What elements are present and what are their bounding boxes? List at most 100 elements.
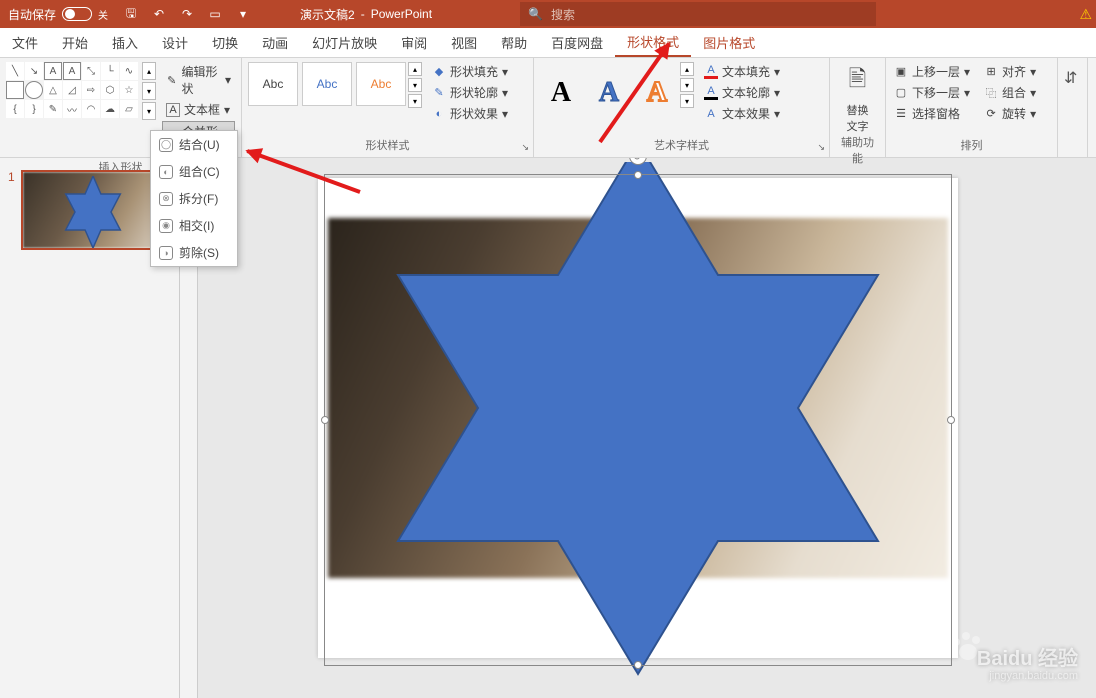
tab-review[interactable]: 审阅 [389,28,439,57]
chevron-down-icon: ▾ [502,86,508,100]
bring-forward-icon: ▣ [894,65,908,79]
resize-handle-e[interactable] [947,416,955,424]
resize-handle-n[interactable] [634,171,642,179]
shape-elbow-icon[interactable]: └ [101,62,119,80]
wordart-more-icon[interactable]: ▾ [680,94,694,108]
shape-textbox-v-icon[interactable]: A [63,62,81,80]
shape-brace-icon[interactable]: { [6,100,24,118]
bring-forward-button[interactable]: ▣上移一层▾ [892,62,972,81]
shape-brace2-icon[interactable]: } [25,100,43,118]
shape-oval-icon[interactable] [25,81,43,99]
shape-effects-button[interactable]: ◐ 形状效果 ▾ [430,104,510,123]
shapes-gallery[interactable]: ╲ ↘ A A ⤡ └ ∿ △ ◿ ⇨ ⬡ ☆ { } ✎ 〰 ◠ ☁ ▱ [6,62,138,159]
wordart-gallery[interactable]: A A A [540,62,678,123]
gallery-down-icon[interactable]: ▾ [142,82,156,100]
merge-fragment-item[interactable]: ⊗ 拆分(F) [151,185,237,212]
shape-flowchart-icon[interactable]: ▱ [120,100,138,118]
slide-canvas-area[interactable]: ⟳ [180,158,1096,698]
shape-arrow-icon[interactable]: ⇨ [82,81,100,99]
text-outline-button[interactable]: A 文本轮廓 ▾ [702,83,782,102]
edit-shape-button[interactable]: ✎ 编辑形状 ▾ [162,62,235,98]
shape-line-arrow-icon[interactable]: ↘ [25,62,43,80]
start-from-beginning-icon[interactable]: ▭ [206,5,224,23]
resize-handle-w[interactable] [321,416,329,424]
selection-box[interactable]: ⟳ [324,174,952,666]
redo-icon[interactable]: ↷ [178,5,196,23]
app-name: PowerPoint [371,7,432,21]
chevron-down-icon: ▾ [1030,65,1036,79]
tab-insert[interactable]: 插入 [100,28,150,57]
tab-file[interactable]: 文件 [0,28,50,57]
tab-baidu[interactable]: 百度网盘 [539,28,615,57]
shape-styles-launcher-icon[interactable]: ↘ [521,142,529,153]
tab-animations[interactable]: 动画 [250,28,300,57]
shape-fill-button[interactable]: ◆ 形状填充 ▾ [430,62,510,81]
align-button[interactable]: ⊞对齐▾ [982,62,1038,81]
tab-slideshow[interactable]: 幻灯片放映 [300,28,389,57]
shape-effects-icon: ◐ [432,107,446,121]
merge-intersect-item[interactable]: ◉相交(I) [151,212,237,239]
slide-thumbnail-1[interactable] [21,170,161,250]
style-preset-3[interactable]: Abc [356,62,406,106]
shape-line-icon[interactable]: ╲ [6,62,24,80]
shape-outline-button[interactable]: ✎ 形状轮廓 ▾ [430,83,510,102]
shape-connector-icon[interactable]: ⤡ [82,62,100,80]
shape-scribble-icon[interactable]: 〰 [63,100,81,118]
chevron-down-icon: ▾ [964,86,970,100]
merge-union-item[interactable]: ◯结合(U) [151,131,237,158]
wordart-up-icon[interactable]: ▴ [680,62,694,76]
shape-textbox-h-icon[interactable]: A [44,62,62,80]
shape-curve-icon[interactable]: ∿ [120,62,138,80]
tab-help[interactable]: 帮助 [489,28,539,57]
tab-transitions[interactable]: 切换 [200,28,250,57]
style-preset-1[interactable]: Abc [248,62,298,106]
style-down-icon[interactable]: ▾ [408,78,422,92]
slide[interactable]: ⟳ [318,178,958,658]
group-button[interactable]: ⿻组合▾ [982,83,1038,102]
wordart-launcher-icon[interactable]: ↘ [817,142,825,153]
chevron-down-icon: ▾ [774,107,780,121]
shape-triangle-icon[interactable]: △ [44,81,62,99]
shape-callout-icon[interactable]: ◠ [82,100,100,118]
tab-design[interactable]: 设计 [150,28,200,57]
gallery-up-icon[interactable]: ▴ [142,62,156,80]
shape-star-icon[interactable]: ☆ [120,81,138,99]
text-fill-button[interactable]: A 文本填充 ▾ [702,62,782,81]
alt-text-button[interactable]: 🖹 替换 文字 [836,62,880,134]
merge-combine-item[interactable]: ◐组合(C) [151,158,237,185]
wordart-preset-1[interactable]: A [540,71,582,115]
tab-picture-format[interactable]: 图片格式 [691,28,767,57]
selection-pane-button[interactable]: ☰选择窗格 [892,104,972,123]
save-icon[interactable]: 🖫 [122,5,140,23]
text-box-button[interactable]: A 文本框 ▾ [162,100,235,119]
wordart-scroll: ▴ ▾ ▾ [680,62,694,123]
shape-hexagon-icon[interactable]: ⬡ [101,81,119,99]
group-label-wordart: 艺术字样式 [540,137,823,155]
undo-icon[interactable]: ↶ [150,5,168,23]
tab-home[interactable]: 开始 [50,28,100,57]
fragment-label: 拆分(F) [179,190,218,207]
shape-cloud-icon[interactable]: ☁ [101,100,119,118]
autosave-toggle[interactable]: 自动保存 关 [0,6,116,23]
style-up-icon[interactable]: ▴ [408,62,422,76]
search-box[interactable]: 🔍 搜索 [520,2,876,26]
shape-rect-icon[interactable] [6,81,24,99]
style-more-icon[interactable]: ▾ [408,94,422,108]
style-preset-2[interactable]: Abc [302,62,352,106]
wordart-down-icon[interactable]: ▾ [680,78,694,92]
shape-freeform-icon[interactable]: ✎ [44,100,62,118]
tab-view[interactable]: 视图 [439,28,489,57]
tab-shape-format[interactable]: 形状格式 [615,28,691,57]
shape-rtriangle-icon[interactable]: ◿ [63,81,81,99]
size-height-icon[interactable]: ⇵ [1064,68,1081,88]
shape-styles-gallery[interactable]: Abc Abc Abc [248,62,406,123]
qat-more-icon[interactable]: ▾ [234,5,252,23]
rotate-button[interactable]: ⟳旋转▾ [982,104,1038,123]
fragment-icon: ⊗ [159,192,173,206]
gallery-more-icon[interactable]: ▾ [142,102,156,120]
text-effects-button[interactable]: A 文本效果 ▾ [702,104,782,123]
send-backward-button[interactable]: ▢下移一层▾ [892,83,972,102]
warning-icon[interactable]: ⚠ [1079,6,1092,23]
resize-handle-s[interactable] [634,661,642,669]
merge-subtract-item[interactable]: ◑剪除(S) [151,239,237,266]
